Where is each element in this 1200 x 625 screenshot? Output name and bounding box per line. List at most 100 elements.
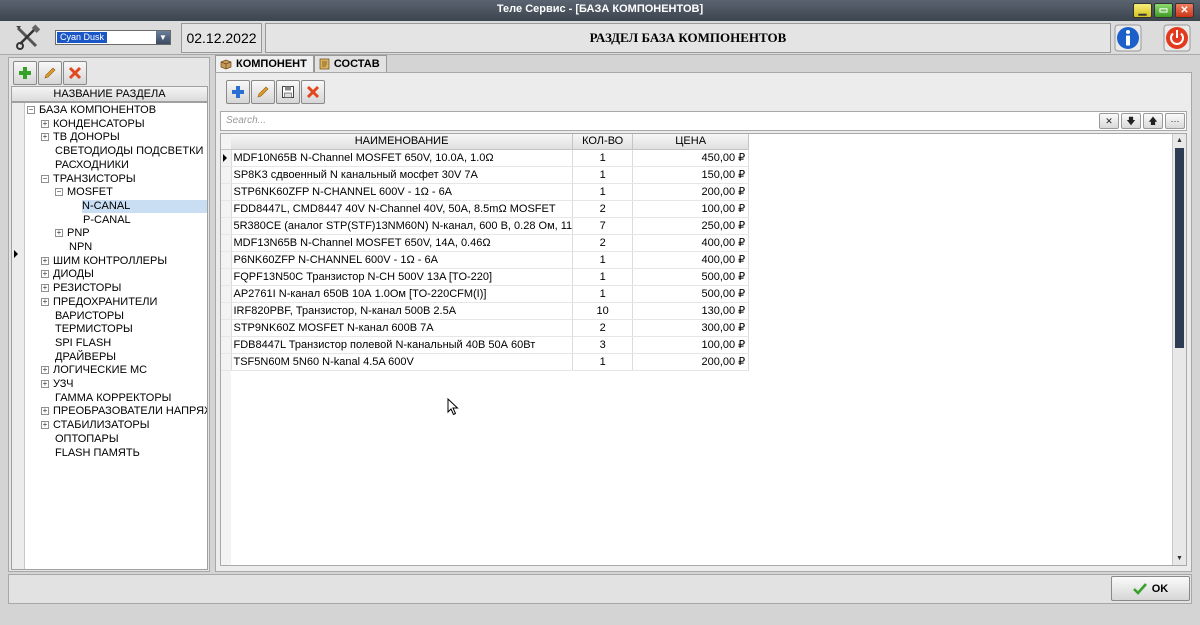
tree-node[interactable]: + ПРЕОБРАЗОВАТЕЛИ НАПРЯЖ — [41, 405, 207, 418]
add-component-button[interactable] — [226, 80, 250, 104]
table-row[interactable]: STP9NK60Z MOSFET N-канал 600В 7А 2 300,00 … — [221, 319, 750, 337]
column-header-name[interactable]: НАИМЕНОВАНИЕ — [231, 134, 574, 150]
cell-name[interactable]: STP9NK60Z MOSFET N-канал 600В 7А — [231, 319, 574, 337]
expand-icon[interactable]: + — [55, 229, 63, 238]
tree-node[interactable]: + ДИОДЫ — [41, 268, 94, 281]
components-table[interactable]: НАИМЕНОВАНИЕ КОЛ-ВО ЦЕНА MDF10N65B N-Cha… — [220, 133, 1187, 566]
edit-component-button[interactable] — [251, 80, 275, 104]
tree-node[interactable]: РАСХОДНИКИ — [55, 159, 129, 172]
edit-section-button[interactable] — [38, 61, 62, 85]
expand-icon[interactable]: + — [41, 407, 49, 416]
cell-qty[interactable]: 2 — [572, 234, 634, 252]
tab-component[interactable]: КОМПОНЕНТ — [215, 55, 314, 73]
tree-node[interactable]: ДРАЙВЕРЫ — [55, 351, 116, 364]
collapse-icon[interactable]: − — [27, 106, 35, 114]
cell-qty[interactable]: 1 — [572, 268, 634, 286]
table-row[interactable]: IRF820PBF, Транзистор, N-канал 500В 2.5А… — [221, 302, 750, 320]
collapse-icon[interactable]: − — [55, 188, 63, 197]
tree-node[interactable]: + ЛОГИЧЕСКИЕ МС — [41, 364, 147, 377]
chevron-down-icon[interactable]: ▼ — [156, 31, 170, 44]
column-header-price[interactable]: ЦЕНА — [632, 134, 750, 150]
cell-price[interactable]: 100,00 ₽ — [632, 336, 750, 354]
cell-price[interactable]: 300,00 ₽ — [632, 319, 750, 337]
tab-composition[interactable]: СОСТАВ — [313, 55, 387, 72]
cell-price[interactable]: 400,00 ₽ — [632, 234, 750, 252]
table-row[interactable]: P6NK60ZFP N-CHANNEL 600V - 1Ω - 6A 1 400,0… — [221, 251, 750, 269]
cell-qty[interactable]: 2 — [572, 319, 634, 337]
close-window-button[interactable]: ✕ — [1175, 3, 1194, 18]
table-row[interactable]: FQPF13N50C Транзистор N-CH 500V 13A [TO-… — [221, 268, 750, 286]
cell-price[interactable]: 200,00 ₽ — [632, 353, 750, 371]
cell-name[interactable]: MDF13N65B N-Channel MOSFET 650V, 14A, 0.… — [231, 234, 574, 252]
tree-node[interactable]: SPI FLASH — [55, 337, 111, 350]
tree-node[interactable]: − ТРАНЗИСТОРЫ — [41, 173, 136, 186]
tree-node[interactable]: − MOSFET — [55, 186, 113, 199]
search-options-button[interactable]: ··· — [1165, 113, 1185, 129]
tree-node[interactable]: + СТАБИЛИЗАТОРЫ — [41, 419, 150, 432]
cell-price[interactable]: 100,00 ₽ — [632, 200, 750, 218]
previous-match-button[interactable]: 🡅 — [1143, 113, 1163, 129]
save-component-button[interactable] — [276, 80, 300, 104]
table-row[interactable]: AP2761I N-канал 650В 10А 1.0Ом [TO-220CF… — [221, 285, 750, 303]
table-row[interactable]: MDF10N65B N-Channel MOSFET 650V, 10.0A, … — [221, 149, 750, 167]
cell-name[interactable]: STP6NK60ZFP N-CHANNEL 600V - 1Ω - 6A — [231, 183, 574, 201]
collapse-icon[interactable]: − — [41, 174, 49, 183]
column-header-qty[interactable]: КОЛ-ВО — [572, 134, 634, 150]
cell-name[interactable]: MDF10N65B N-Channel MOSFET 650V, 10.0A, … — [231, 149, 574, 167]
cell-price[interactable]: 150,00 ₽ — [632, 166, 750, 184]
cell-name[interactable]: FDB8447L Транзистор полевой N-канальный … — [231, 336, 574, 354]
expand-icon[interactable]: + — [41, 256, 49, 265]
expand-icon[interactable]: + — [41, 366, 49, 375]
cell-price[interactable]: 450,00 ₽ — [632, 149, 750, 167]
vertical-scrollbar[interactable]: ▲ ▼ — [1172, 134, 1186, 565]
tree-node[interactable]: + УЗЧ — [41, 378, 73, 391]
tree-node[interactable]: − БАЗА КОМПОНЕНТОВ — [27, 104, 156, 117]
tree-node[interactable]: + РЕЗИСТОРЫ — [41, 282, 121, 295]
tree-node[interactable]: + PNP — [55, 227, 90, 240]
expand-icon[interactable]: + — [41, 133, 49, 142]
cell-price[interactable]: 200,00 ₽ — [632, 183, 750, 201]
tree-node[interactable]: СВЕТОДИОДЫ ПОДСВЕТКИ — [55, 145, 203, 158]
table-row[interactable]: SP8K3 сдвоенный N канальный мосфет 30V 7… — [221, 166, 750, 184]
expand-icon[interactable]: + — [41, 119, 49, 128]
next-match-button[interactable]: 🡇 — [1121, 113, 1141, 129]
tree-node[interactable]: ВАРИСТОРЫ — [55, 310, 124, 323]
table-row[interactable]: FDB8447L Транзистор полевой N-канальный … — [221, 336, 750, 354]
cell-qty[interactable]: 7 — [572, 217, 634, 235]
maximize-button[interactable]: ▭ — [1154, 3, 1173, 18]
cell-name[interactable]: P6NK60ZFP N-CHANNEL 600V - 1Ω - 6A — [231, 251, 574, 269]
cell-price[interactable]: 500,00 ₽ — [632, 268, 750, 286]
cell-price[interactable]: 500,00 ₽ — [632, 285, 750, 303]
cell-qty[interactable]: 1 — [572, 149, 634, 167]
cell-price[interactable]: 400,00 ₽ — [632, 251, 750, 269]
expand-icon[interactable]: + — [41, 380, 49, 388]
expand-icon[interactable]: + — [41, 421, 49, 430]
section-tree[interactable]: − БАЗА КОМПОНЕНТОВ + КОНДЕНСАТОРЫ + ТВ ДОНО… — [11, 102, 208, 570]
search-input[interactable]: Search... — [226, 115, 266, 126]
cell-name[interactable]: AP2761I N-канал 650В 10А 1.0Ом [TO-220CF… — [231, 285, 574, 303]
add-section-button[interactable] — [13, 61, 37, 85]
tree-node[interactable]: + ШИМ КОНТРОЛЛЕРЫ — [41, 255, 167, 268]
cell-qty[interactable]: 1 — [572, 166, 634, 184]
tree-node[interactable]: P-CANAL — [83, 214, 131, 227]
expand-icon[interactable]: + — [41, 297, 49, 306]
cell-price[interactable]: 130,00 ₽ — [632, 302, 750, 320]
scroll-down-icon[interactable]: ▼ — [1174, 553, 1185, 564]
cell-name[interactable]: SP8K3 сдвоенный N канальный мосфет 30V 7… — [231, 166, 574, 184]
cell-qty[interactable]: 1 — [572, 285, 634, 303]
table-row[interactable]: 5R380CE (аналог STP(STF)13NM60N) N-канал… — [221, 217, 750, 235]
clear-search-button[interactable]: ✕ — [1099, 113, 1119, 129]
cell-qty[interactable]: 1 — [572, 251, 634, 269]
tree-node-selected[interactable]: N-CANAL — [82, 199, 207, 213]
cell-name[interactable]: FQPF13N50C Транзистор N-CH 500V 13A [TO-… — [231, 268, 574, 286]
scrollbar-thumb[interactable] — [1175, 148, 1184, 348]
cell-qty[interactable]: 2 — [572, 200, 634, 218]
cell-qty[interactable]: 1 — [572, 183, 634, 201]
cell-name[interactable]: TSF5N60M 5N60 N-kanal 4.5A 600V — [231, 353, 574, 371]
cell-name[interactable]: 5R380CE (аналог STP(STF)13NM60N) N-канал… — [231, 217, 574, 235]
minimize-button[interactable]: ▁ — [1133, 3, 1152, 18]
tree-node[interactable]: FLASH ПАМЯТЬ — [55, 447, 140, 460]
search-bar[interactable]: Search... ✕ 🡇 🡅 ··· — [220, 111, 1187, 131]
delete-section-button[interactable] — [63, 61, 87, 85]
table-row[interactable]: TSF5N60M 5N60 N-kanal 4.5A 600V 1 200,00 ₽ — [221, 353, 750, 371]
